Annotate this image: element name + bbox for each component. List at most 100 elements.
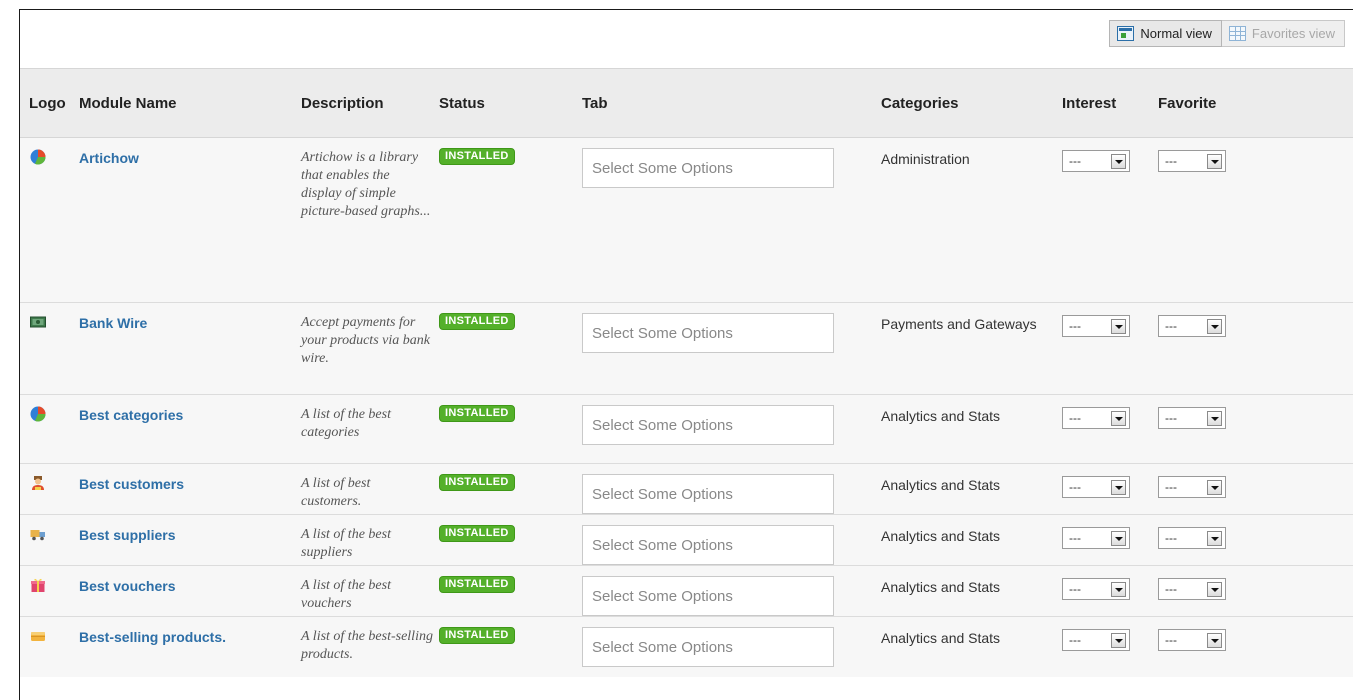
module-name-link[interactable]: Best categories (79, 407, 301, 423)
interest-cell: --- (1062, 565, 1158, 617)
interest-select-value: --- (1069, 582, 1081, 596)
chevron-down-icon[interactable] (1111, 530, 1126, 546)
column-header-module-name[interactable]: Module Name (79, 68, 301, 138)
description-cell: Artichow is a library that enables the d… (301, 137, 439, 303)
interest-cell: --- (1062, 302, 1158, 395)
tab-multiselect-input[interactable]: Select Some Options (582, 576, 834, 616)
chevron-down-icon[interactable] (1207, 318, 1222, 334)
module-name-link[interactable]: Best-selling products. (79, 629, 301, 645)
chevron-down-icon[interactable] (1111, 479, 1126, 495)
favorite-cell: --- (1158, 565, 1353, 617)
module-name-link[interactable]: Best vouchers (79, 578, 301, 594)
favorites-view-icon (1228, 26, 1246, 41)
module-name-link[interactable]: Best suppliers (79, 527, 301, 543)
column-header-tab: Tab (582, 68, 881, 138)
interest-select[interactable]: --- (1062, 527, 1130, 549)
favorite-select[interactable]: --- (1158, 527, 1226, 549)
chevron-down-icon[interactable] (1207, 410, 1222, 426)
tab-multiselect-input[interactable]: Select Some Options (582, 627, 834, 667)
status-cell: INSTALLED (439, 394, 582, 464)
category-text: Payments and Gateways (881, 316, 1037, 332)
table-row: Best vouchers A list of the best voucher… (20, 565, 1353, 617)
favorite-select-value: --- (1165, 319, 1177, 333)
customer-icon (30, 475, 46, 491)
module-description: A list of best customers. (301, 476, 371, 509)
module-description: A list of the best categories (301, 407, 391, 440)
favorite-select[interactable]: --- (1158, 578, 1226, 600)
chevron-down-icon[interactable] (1207, 632, 1222, 648)
favorite-select-value: --- (1165, 411, 1177, 425)
module-name-cell: Bank Wire (79, 302, 301, 395)
status-badge: INSTALLED (439, 148, 515, 165)
favorite-select-value: --- (1165, 633, 1177, 647)
module-name-cell: Best categories (79, 394, 301, 464)
tab-cell: Select Some Options (582, 137, 881, 303)
categories-cell: Analytics and Stats (881, 394, 1062, 464)
chevron-down-icon[interactable] (1207, 581, 1222, 597)
status-cell: INSTALLED (439, 565, 582, 617)
modules-panel: Normal view Favorites view Logo Module N… (19, 9, 1353, 700)
interest-cell: --- (1062, 394, 1158, 464)
chevron-down-icon[interactable] (1111, 581, 1126, 597)
description-cell: A list of the best categories (301, 394, 439, 464)
column-header-interest[interactable]: Interest (1062, 68, 1158, 138)
box-icon (30, 628, 46, 644)
category-text: Analytics and Stats (881, 630, 1001, 646)
favorites-view-button[interactable]: Favorites view (1221, 20, 1345, 47)
favorite-select[interactable]: --- (1158, 315, 1226, 337)
categories-cell: Analytics and Stats (881, 514, 1062, 566)
interest-select[interactable]: --- (1062, 629, 1130, 651)
tab-multiselect-input[interactable]: Select Some Options (582, 313, 834, 353)
interest-select[interactable]: --- (1062, 150, 1130, 172)
favorite-select[interactable]: --- (1158, 407, 1226, 429)
status-badge: INSTALLED (439, 313, 515, 330)
table-row: Best customers A list of best customers.… (20, 463, 1353, 515)
column-header-categories[interactable]: Categories (881, 68, 1062, 138)
tab-multiselect-input[interactable]: Select Some Options (582, 474, 834, 514)
column-header-logo: Logo (20, 68, 79, 138)
favorite-select[interactable]: --- (1158, 629, 1226, 651)
favorite-select-value: --- (1165, 154, 1177, 168)
pie-chart-icon (30, 149, 46, 165)
chevron-down-icon[interactable] (1111, 632, 1126, 648)
view-toolbar: Normal view Favorites view (20, 10, 1353, 67)
interest-select[interactable]: --- (1062, 407, 1130, 429)
favorite-cell: --- (1158, 137, 1353, 303)
tab-multiselect-input[interactable]: Select Some Options (582, 148, 834, 188)
tab-multiselect-input[interactable]: Select Some Options (582, 405, 834, 445)
status-badge: INSTALLED (439, 576, 515, 593)
status-badge: INSTALLED (439, 405, 515, 422)
interest-select-value: --- (1069, 531, 1081, 545)
normal-view-icon (1117, 26, 1135, 41)
column-header-favorite[interactable]: Favorite (1158, 68, 1353, 138)
chevron-down-icon[interactable] (1207, 530, 1222, 546)
gift-icon (30, 577, 46, 593)
table-row: Best suppliers A list of the best suppli… (20, 514, 1353, 566)
chevron-down-icon[interactable] (1111, 410, 1126, 426)
module-name-cell: Best suppliers (79, 514, 301, 566)
interest-select[interactable]: --- (1062, 315, 1130, 337)
column-header-status[interactable]: Status (439, 68, 582, 138)
module-name-link[interactable]: Artichow (79, 150, 301, 166)
interest-select[interactable]: --- (1062, 476, 1130, 498)
money-bill-icon (30, 314, 46, 330)
chevron-down-icon[interactable] (1207, 153, 1222, 169)
description-cell: A list of the best suppliers (301, 514, 439, 566)
status-badge: INSTALLED (439, 627, 515, 644)
interest-cell: --- (1062, 616, 1158, 677)
module-description: Artichow is a library that enables the d… (301, 150, 431, 219)
chevron-down-icon[interactable] (1111, 153, 1126, 169)
favorite-select[interactable]: --- (1158, 150, 1226, 172)
module-name-link[interactable]: Best customers (79, 476, 301, 492)
favorite-select[interactable]: --- (1158, 476, 1226, 498)
interest-select[interactable]: --- (1062, 578, 1130, 600)
favorite-select-value: --- (1165, 582, 1177, 596)
module-name-link[interactable]: Bank Wire (79, 315, 301, 331)
categories-cell: Payments and Gateways (881, 302, 1062, 395)
chevron-down-icon[interactable] (1207, 479, 1222, 495)
tab-multiselect-input[interactable]: Select Some Options (582, 525, 834, 565)
status-badge: INSTALLED (439, 474, 515, 491)
status-cell: INSTALLED (439, 137, 582, 303)
chevron-down-icon[interactable] (1111, 318, 1126, 334)
normal-view-button[interactable]: Normal view (1109, 20, 1222, 47)
